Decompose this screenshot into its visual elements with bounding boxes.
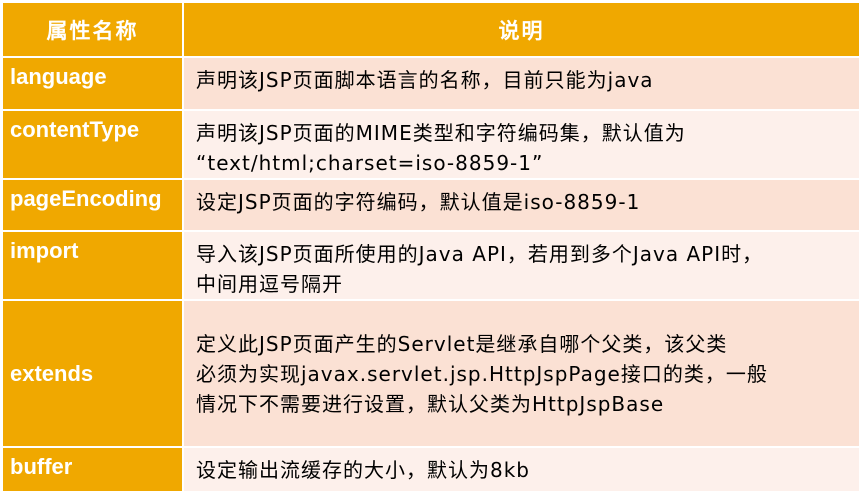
attribute-name: buffer: [3, 447, 184, 491]
description-line: 声明该JSP页面脚本语言的名称，目前只能为java: [196, 68, 654, 92]
attribute-name: contentType: [3, 110, 184, 180]
description-line: 必须为实现javax.servlet.jsp.HttpJspPage接口的类，一…: [196, 361, 768, 386]
description-line: 导入该JSP页面所使用的Java API，若用到多个Java API时，: [196, 242, 764, 266]
header-attribute-name: 属性名称: [3, 3, 184, 58]
description-line: 中间用逗号隔开: [196, 272, 343, 296]
table-header-row: 属性名称 说明: [3, 3, 859, 58]
attribute-name: language: [3, 57, 184, 111]
attribute-description: 定义此JSP页面产生的Servlet是继承自哪个父类，该父类 必须为实现java…: [183, 300, 859, 448]
attribute-name: pageEncoding: [3, 179, 184, 232]
slide: 属性名称 说明 language 声明该JSP页面脚本语言的名称，目前只能为ja…: [0, 0, 859, 491]
table-row: buffer 设定输出流缓存的大小，默认为8kb: [3, 447, 859, 491]
description-line: 声明该JSP页面的MIME类型和字符编码集，默认值为: [196, 121, 686, 145]
table-row: language 声明该JSP页面脚本语言的名称，目前只能为java: [3, 57, 859, 111]
description-line: 设定输出流缓存的大小，默认为8kb: [196, 458, 531, 482]
attribute-description: 设定输出流缓存的大小，默认为8kb: [183, 447, 859, 491]
description-line: 定义此JSP页面产生的Servlet是继承自哪个父类，该父类: [196, 331, 728, 356]
description-line: 设定JSP页面的字符编码，默认值是iso-8859-1: [196, 190, 641, 214]
description-line: 情况下不需要进行设置，默认父类为HttpJspBase: [196, 391, 665, 416]
header-description: 说明: [183, 3, 859, 58]
attribute-description: 声明该JSP页面的MIME类型和字符编码集，默认值为 “text/html;ch…: [183, 110, 859, 180]
attribute-name: extends: [3, 300, 184, 448]
description-line: “text/html;charset=iso-8859-1”: [196, 151, 544, 175]
table-row: extends 定义此JSP页面产生的Servlet是继承自哪个父类，该父类 必…: [3, 300, 859, 448]
attribute-description: 声明该JSP页面脚本语言的名称，目前只能为java: [183, 57, 859, 111]
attribute-description: 导入该JSP页面所使用的Java API，若用到多个Java API时， 中间用…: [183, 231, 859, 301]
table-row: pageEncoding 设定JSP页面的字符编码，默认值是iso-8859-1: [3, 179, 859, 232]
attribute-description: 设定JSP页面的字符编码，默认值是iso-8859-1: [183, 179, 859, 232]
attribute-name: import: [3, 231, 184, 301]
table-row: import 导入该JSP页面所使用的Java API，若用到多个Java AP…: [3, 231, 859, 301]
table-row: contentType 声明该JSP页面的MIME类型和字符编码集，默认值为 “…: [3, 110, 859, 180]
attribute-table: 属性名称 说明 language 声明该JSP页面脚本语言的名称，目前只能为ja…: [3, 3, 859, 491]
